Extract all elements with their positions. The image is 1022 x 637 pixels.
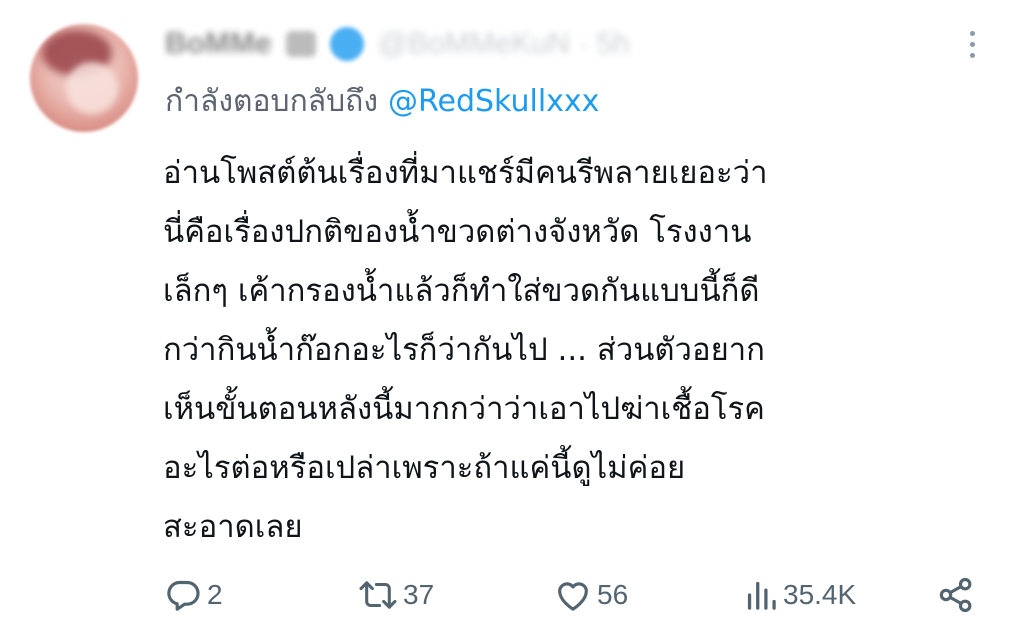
share-button[interactable] [936, 570, 976, 620]
replying-to-label: กำลังตอบกลับถึง [165, 84, 378, 119]
tweet-text-line: เล็กๆ เค้ากรองน้ำแล้วก็ทำใส่ขวดกันแบบนี้… [163, 273, 760, 309]
reply-icon [163, 575, 203, 615]
retweet-icon [357, 575, 399, 615]
tweet-text-line: นี่คือเรื่องปกติของน้ำขวดต่างจังหวัด โรง… [163, 214, 752, 250]
tweet-text-line: สะอาดเลย [163, 509, 303, 545]
views-icon [743, 575, 779, 615]
reply-count: 2 [207, 579, 223, 610]
views-button[interactable]: 35.4K [743, 570, 856, 620]
mention-link[interactable]: @RedSkullxxx [388, 84, 599, 119]
avatar[interactable] [30, 24, 138, 132]
tweet: BoMMe @BoMMeKuN · 5h กำลังตอบกลับถึง @Red… [0, 0, 1022, 637]
more-icon[interactable] [958, 26, 986, 62]
avatar-face [66, 62, 118, 114]
tweet-text-line: เห็นขั้นตอนหลังนี้มากกว่าว่าเอาไปฆ่าเชื้… [163, 391, 765, 427]
display-name[interactable]: BoMMe [165, 27, 272, 61]
heart-icon [553, 575, 593, 615]
tweet-text-line: อ่านโพสต์ต้นเรื่องที่มาแชร์มีคนรีพลายเยอ… [163, 155, 768, 191]
action-bar: 2 37 56 35.4K [0, 570, 1022, 620]
views-count: 35.4K [783, 579, 857, 610]
more-dot [969, 30, 975, 36]
verified-badge-icon [329, 27, 364, 61]
like-count: 56 [597, 579, 629, 610]
replying-to: กำลังตอบกลับถึง @RedSkullxxx [165, 82, 599, 122]
more-dot [969, 52, 975, 58]
like-button[interactable]: 56 [553, 570, 628, 620]
tweet-header: BoMMe @BoMMeKuN · 5h [165, 22, 630, 66]
reply-button[interactable]: 2 [163, 570, 223, 620]
tweet-text-line: กว่ากินน้ำก๊อกอะไรก็ว่ากันไป ... ส่วนตัว… [163, 332, 765, 368]
emoji-icon [285, 31, 316, 57]
retweet-button[interactable]: 37 [357, 570, 434, 620]
tweet-text: อ่านโพสต์ต้นเรื่องที่มาแชร์มีคนรีพลายเยอ… [163, 144, 1003, 557]
handle-and-time[interactable]: @BoMMeKuN · 5h [378, 27, 630, 61]
tweet-text-line: อะไรต่อหรือเปล่าเพราะถ้าแค่นี้ดูไม่ค่อย [163, 450, 686, 486]
retweet-count: 37 [403, 579, 435, 610]
share-icon [936, 575, 976, 615]
more-dot [969, 41, 975, 47]
